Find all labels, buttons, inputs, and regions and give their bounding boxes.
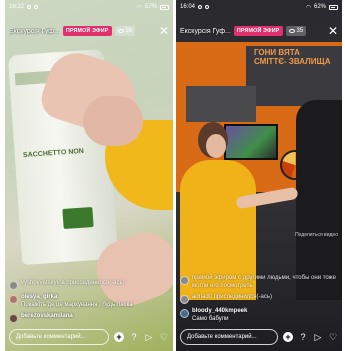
comment-item: berezovskamilana — [9, 313, 169, 323]
comment-item: bloody_440kmpeek Само бабули — [180, 308, 338, 323]
notification-icon — [34, 5, 39, 9]
comment-list: vyshnyvetskyi_a присоединился(-ась) oles… — [9, 276, 169, 323]
notification-icon — [198, 5, 203, 9]
comment-bar: Добавьте комментарий... + ? ▷ ♡ — [180, 329, 338, 345]
comment-list: прямой эфиром с другими людьми, чтобы он… — [180, 271, 338, 323]
eye-icon — [288, 29, 295, 33]
battery-percent: 62% — [313, 4, 326, 10]
guide-face — [206, 134, 226, 158]
live-header: Екскурсія Гуф... ПРЯМОЙ ЭФИР 35 ✕ — [180, 24, 338, 38]
close-icon[interactable]: ✕ — [159, 25, 169, 37]
heart-icon[interactable]: ♡ — [328, 332, 338, 342]
account-name[interactable]: Екскурсія Гуф... — [9, 28, 60, 35]
exhibit-title: ГОНИ ВЯТА СМІТТЄ- ЗВАЛИЩА — [254, 48, 331, 66]
comment-input[interactable]: Добавьте комментарий... — [180, 329, 278, 345]
comment-item: vyshnyvetskyi_a присоединился(-ась) — [9, 280, 169, 290]
heart-icon[interactable]: ♡ — [159, 332, 169, 342]
avatar — [180, 295, 189, 304]
live-badge: ПРЯМОЙ ЭФИР — [62, 26, 112, 36]
status-time: 16:04 — [180, 4, 196, 10]
share-caption: Поделиться видео — [295, 232, 338, 238]
recycle-badge — [62, 206, 94, 230]
status-bar: 16:04 ◠ 62% — [176, 0, 342, 14]
avatar — [180, 309, 189, 318]
comment-username[interactable]: berezovskamilana — [21, 313, 73, 321]
wifi-icon: ◠ — [136, 4, 142, 11]
avatar — [9, 281, 18, 290]
battery-percent: 57% — [144, 4, 157, 10]
status-time: 16:22 — [9, 4, 25, 10]
comment-item: olesya_girka Покажіть де це маркування ,… — [9, 294, 169, 309]
viewer-count: 36 — [125, 28, 133, 34]
comment-input[interactable]: Добавьте комментарий... — [9, 329, 109, 345]
comment-bar: Добавьте комментарий... + ? ▷ ♡ — [9, 329, 169, 345]
dark-figure — [296, 100, 342, 300]
comment-text: Покажіть де це маркування , будь ласка — [21, 301, 133, 308]
comment-text: Само бабули — [192, 315, 229, 322]
question-icon[interactable]: ? — [129, 332, 139, 342]
comment-username[interactable]: bloody_440kmpeek — [192, 308, 247, 316]
viewer-count: 35 — [296, 28, 304, 34]
avatar — [9, 314, 18, 323]
avatar — [180, 276, 189, 285]
comment-username[interactable]: olesya_girka — [21, 294, 133, 302]
battery-icon — [160, 4, 169, 10]
avatar — [9, 295, 18, 304]
comment-text: vyshnyvetskyi_a присоединился(-ась) — [21, 280, 125, 286]
notification-icon — [205, 5, 210, 9]
battery-icon — [329, 4, 338, 10]
wifi-icon: ◠ — [305, 4, 311, 11]
status-bar: 16:22 ◠ 57% — [5, 0, 173, 14]
live-header: Екскурсія Гуф... ПРЯМОЙ ЭФИР 36 ✕ — [9, 24, 169, 38]
notification-icon — [27, 5, 32, 9]
question-icon[interactable]: ? — [298, 332, 308, 342]
account-name[interactable]: Екскурсія Гуф... — [180, 28, 231, 35]
eye-icon — [117, 29, 124, 33]
comment-text: прямой эфиром с другими людьми, чтобы он… — [192, 275, 337, 289]
send-icon[interactable]: ▷ — [313, 332, 323, 342]
viewer-count-badge[interactable]: 36 — [114, 26, 136, 36]
comment-text: adriad0 присоединился(-ась) — [192, 294, 272, 300]
viewer-count-badge[interactable]: 35 — [285, 26, 307, 36]
right-live-screenshot: ГОНИ ВЯТА СМІТТЄ- ЗВАЛИЩА Поделиться вид… — [176, 0, 342, 351]
send-icon[interactable]: ▷ — [144, 332, 154, 342]
exhibit-screen — [224, 124, 278, 160]
add-icon[interactable]: + — [283, 332, 293, 342]
hand-upper-palm — [83, 96, 143, 146]
exhibit-info-box — [186, 86, 256, 122]
add-icon[interactable]: + — [114, 332, 124, 342]
close-icon[interactable]: ✕ — [328, 25, 338, 37]
comment-item: прямой эфиром с другими людьми, чтобы он… — [180, 275, 338, 290]
live-badge: ПРЯМОЙ ЭФИР — [233, 26, 283, 36]
comment-item: adriad0 присоединился(-ась) — [180, 294, 338, 304]
left-live-screenshot: SACCHETTO NON 16:22 ◠ 57% Екскурсія Гуф.… — [5, 0, 173, 351]
